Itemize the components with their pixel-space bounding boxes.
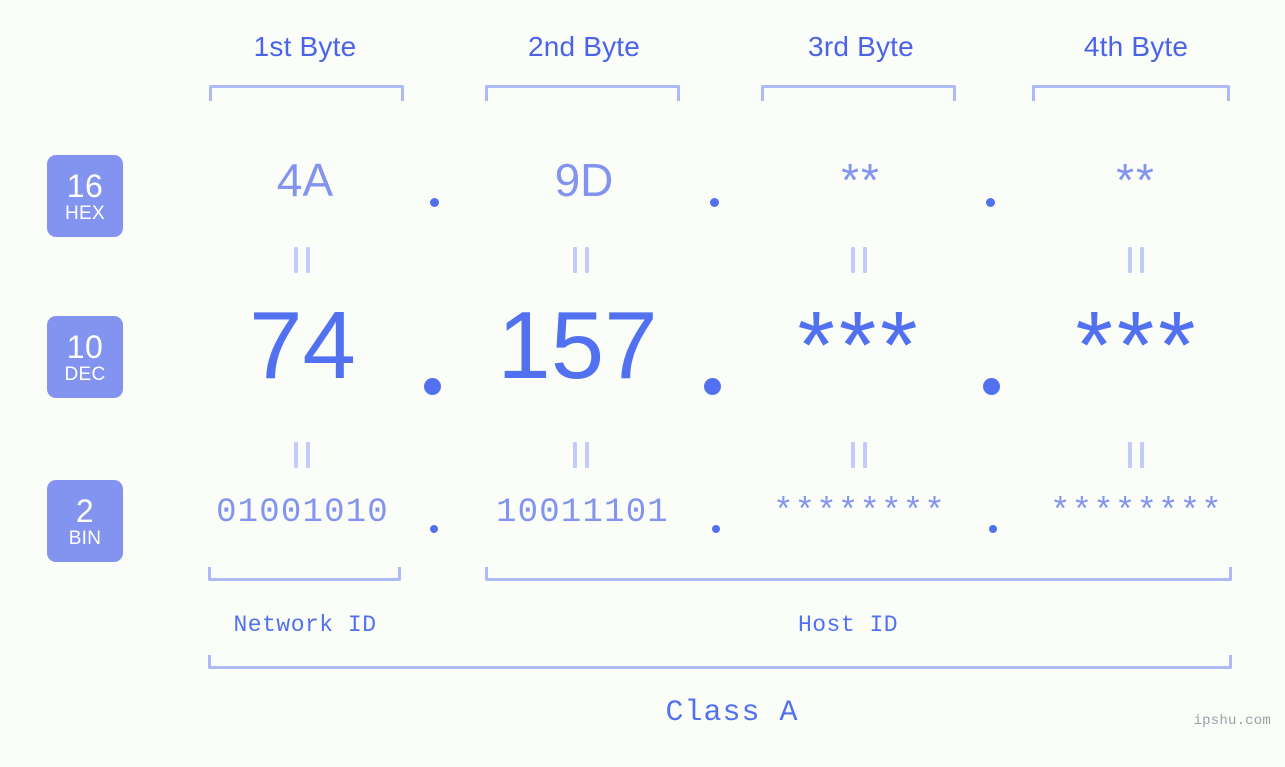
byte-header-label-2: 2nd Byte bbox=[527, 31, 641, 62]
equals-mark-hex-dec-2 bbox=[573, 247, 589, 273]
equals-bar bbox=[1140, 247, 1144, 273]
equals-mark-dec-bin-4 bbox=[1128, 442, 1144, 468]
equals-bar bbox=[585, 247, 589, 273]
equals-mark-hex-dec-4 bbox=[1128, 247, 1144, 273]
bin-separator-dot-1 bbox=[430, 525, 438, 533]
equals-mark-dec-bin-3 bbox=[851, 442, 867, 468]
dec-byte-1: 74 bbox=[249, 292, 356, 399]
equals-bar bbox=[863, 442, 867, 468]
host-id-bracket bbox=[485, 567, 1232, 581]
bin-separator-dot-3 bbox=[989, 525, 997, 533]
hex-byte-4: ** bbox=[1116, 154, 1156, 206]
base-badge-hex: 16 HEX bbox=[47, 155, 123, 237]
byte-header-label-1: 1st Byte bbox=[253, 31, 357, 62]
bin-byte-1: 01001010 bbox=[216, 494, 389, 532]
base-badge-bin: 2 BIN bbox=[47, 480, 123, 562]
base-badge-dec: 10 DEC bbox=[47, 316, 123, 398]
equals-bar bbox=[306, 247, 310, 273]
equals-mark-dec-bin-2 bbox=[573, 442, 589, 468]
equals-mark-dec-bin-1 bbox=[294, 442, 310, 468]
equals-bar bbox=[851, 247, 855, 273]
byte-bracket-2 bbox=[485, 85, 680, 101]
equals-mark-hex-dec-3 bbox=[851, 247, 867, 273]
byte-header-label-4: 4th Byte bbox=[1083, 31, 1189, 62]
byte-bracket-4 bbox=[1032, 85, 1230, 101]
equals-bar bbox=[1128, 442, 1132, 468]
equals-bar bbox=[1140, 442, 1144, 468]
base-badge-hex-label: HEX bbox=[65, 202, 105, 224]
base-badge-bin-label: BIN bbox=[68, 527, 102, 549]
equals-bar bbox=[863, 247, 867, 273]
equals-bar bbox=[851, 442, 855, 468]
equals-bar bbox=[573, 442, 577, 468]
dec-byte-4: *** bbox=[1075, 292, 1200, 399]
network-id-bracket bbox=[208, 567, 401, 581]
dec-separator-dot-3 bbox=[983, 378, 1000, 395]
hex-separator-dot-1 bbox=[430, 198, 439, 207]
ip-breakdown-diagram: 1st Byte 2nd Byte 3rd Byte 4th Byte 16 H… bbox=[0, 0, 1285, 767]
equals-bar bbox=[294, 247, 298, 273]
hex-separator-dot-2 bbox=[710, 198, 719, 207]
bin-byte-3: ******** bbox=[773, 494, 946, 532]
byte-bracket-3 bbox=[761, 85, 956, 101]
class-bracket bbox=[208, 655, 1232, 669]
hex-byte-2: 9D bbox=[554, 154, 614, 206]
hex-separator-dot-3 bbox=[986, 198, 995, 207]
equals-bar bbox=[1128, 247, 1132, 273]
base-badge-bin-number: 2 bbox=[75, 492, 95, 529]
equals-mark-hex-dec-1 bbox=[294, 247, 310, 273]
class-label: Class A bbox=[665, 696, 799, 730]
dec-byte-2: 157 bbox=[497, 292, 658, 399]
byte-bracket-1 bbox=[209, 85, 404, 101]
dec-byte-3: *** bbox=[797, 292, 922, 399]
base-badge-hex-number: 16 bbox=[66, 167, 104, 204]
dec-separator-dot-2 bbox=[704, 378, 721, 395]
bin-byte-4: ******** bbox=[1050, 494, 1223, 532]
network-id-label: Network ID bbox=[233, 612, 377, 638]
base-badge-dec-number: 10 bbox=[66, 328, 104, 365]
bin-byte-2: 10011101 bbox=[496, 494, 669, 532]
host-id-label: Host ID bbox=[797, 612, 899, 638]
byte-header-label-3: 3rd Byte bbox=[808, 31, 914, 62]
dec-separator-dot-1 bbox=[424, 378, 441, 395]
hex-byte-3: ** bbox=[841, 154, 881, 206]
base-badge-dec-label: DEC bbox=[64, 363, 106, 385]
equals-bar bbox=[573, 247, 577, 273]
equals-bar bbox=[585, 442, 589, 468]
equals-bar bbox=[306, 442, 310, 468]
hex-byte-1: 4A bbox=[276, 154, 334, 206]
bin-separator-dot-2 bbox=[712, 525, 720, 533]
equals-bar bbox=[294, 442, 298, 468]
watermark: ipshu.com bbox=[1193, 713, 1271, 729]
